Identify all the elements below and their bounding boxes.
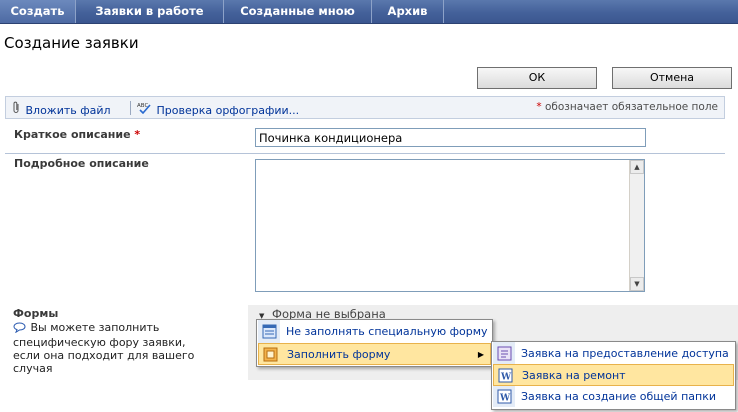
menu-item-label: Заявка на ремонт [522, 369, 626, 382]
forms-description: Вы можете заполнить специфическую фору з… [13, 321, 213, 375]
menu-item-label: Заявка на создание общей папки [521, 390, 716, 403]
menu-item-label: Заявка на предоставление доступа [521, 347, 729, 360]
svg-text:W: W [499, 394, 511, 404]
page-title: Создание заявки [4, 34, 139, 52]
top-navigation: Создать Заявки в работе Созданные мною А… [0, 0, 738, 24]
required-note-text: обозначает обязательное поле [544, 101, 718, 113]
row-divider [5, 153, 725, 154]
submenu-item-access-request[interactable]: Заявка на предоставление доступа [493, 343, 734, 365]
scroll-up-arrow-icon[interactable]: ▲ [630, 160, 644, 174]
ok-button[interactable]: ОК [477, 67, 597, 89]
menu-item-label: Не заполнять специальную форму [286, 325, 488, 338]
cancel-button[interactable]: Отмена [612, 67, 732, 89]
forms-menu: Не заполнять специальную форму Заполнить… [256, 319, 493, 367]
word-doc-icon: W [497, 389, 512, 404]
menu-item-no-form[interactable]: Не заполнять специальную форму [258, 321, 491, 343]
forms-description-text: Вы можете заполнить специфическую фору з… [13, 321, 195, 375]
short-description-input[interactable] [255, 128, 646, 147]
svg-text:W: W [500, 373, 512, 383]
spell-check-icon: ABC [137, 101, 153, 117]
form-doc-icon [497, 346, 512, 361]
menu-item-fill-form[interactable]: Заполнить форму ▶ [258, 343, 491, 365]
short-description-label-text: Краткое описание [14, 128, 131, 141]
spell-check-link[interactable]: ABC Проверка орфографии... [137, 101, 299, 117]
word-doc-icon: W [498, 368, 513, 383]
forms-submenu: Заявка на предоставление доступа W Заявк… [491, 341, 736, 410]
attach-file-link[interactable]: Вложить файл [12, 101, 111, 117]
form-toolbar: Вложить файл ABC Проверка орфографии... … [5, 96, 725, 119]
required-star: * [134, 128, 141, 141]
toolbar-divider [130, 101, 131, 115]
attach-file-label: Вложить файл [25, 104, 111, 117]
submenu-arrow-icon: ▶ [477, 350, 484, 359]
forms-label: Формы [13, 307, 59, 320]
submenu-item-shared-folder[interactable]: W Заявка на создание общей папки [493, 386, 734, 408]
tab-archive[interactable]: Архив [372, 0, 444, 23]
tab-create[interactable]: Создать [0, 0, 76, 23]
form-list-icon [262, 324, 277, 339]
long-description-label: Подробное описание [14, 157, 149, 170]
submenu-item-repair-request[interactable]: W Заявка на ремонт [493, 364, 734, 386]
paperclip-icon [12, 101, 22, 117]
menu-item-label: Заполнить форму [287, 348, 391, 361]
tab-created-by-me[interactable]: Созданные мною [224, 0, 372, 23]
speech-bubble-icon [13, 322, 27, 336]
required-field-note: * обозначает обязательное поле [536, 101, 718, 113]
long-description-textarea[interactable]: ▲ ▼ [255, 159, 645, 292]
spell-check-label: Проверка орфографии... [156, 104, 300, 117]
scroll-down-arrow-icon[interactable]: ▼ [630, 277, 644, 291]
textarea-scrollbar[interactable]: ▲ ▼ [629, 160, 644, 291]
required-star: * [536, 101, 542, 113]
short-description-label: Краткое описание * [14, 128, 140, 141]
tab-in-progress[interactable]: Заявки в работе [76, 0, 224, 23]
form-fill-icon [263, 347, 278, 362]
